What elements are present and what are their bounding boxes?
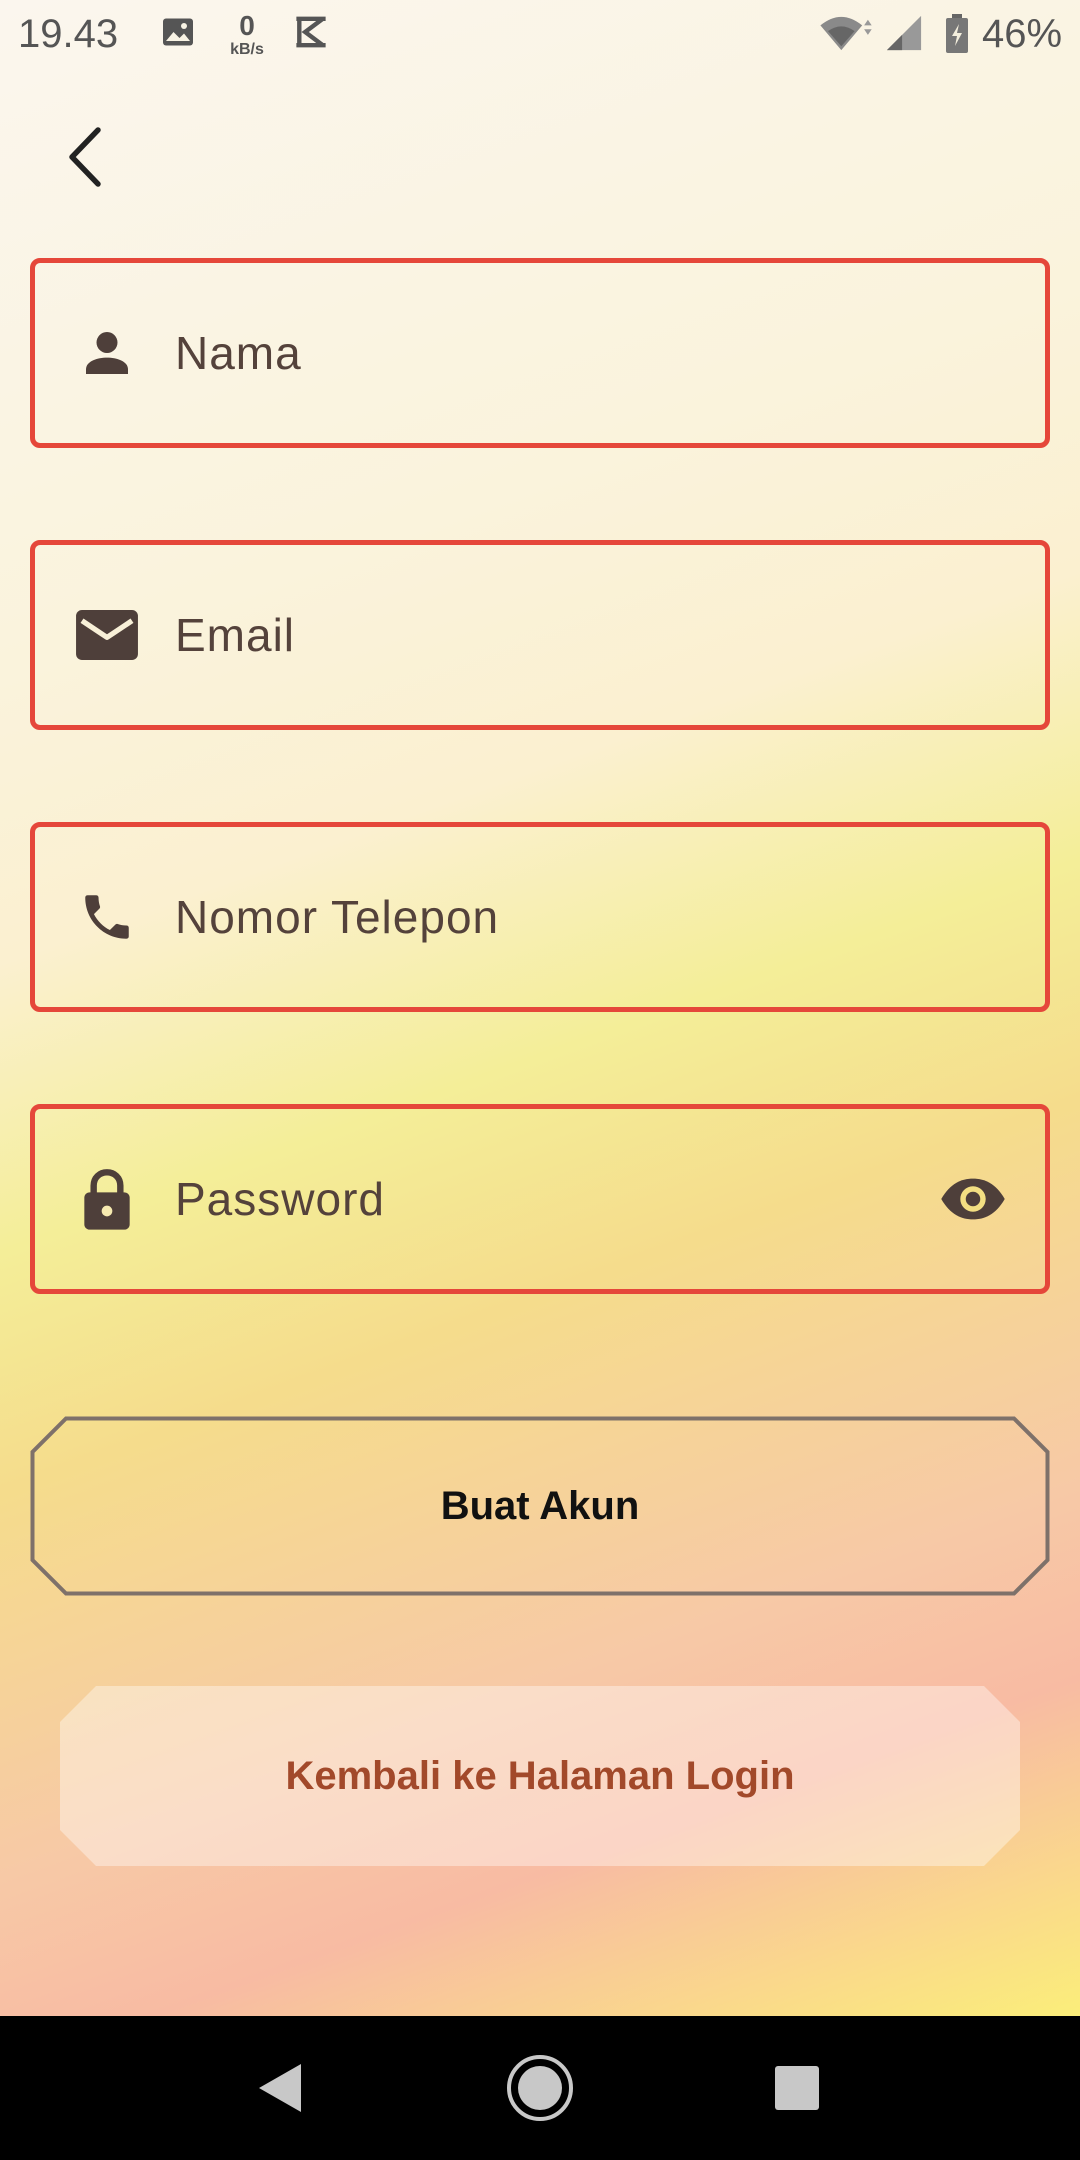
home-circle-icon [507, 2055, 573, 2121]
nav-recent-button[interactable] [747, 2038, 847, 2138]
person-icon [75, 321, 139, 385]
battery-icon [944, 14, 970, 59]
status-bar: 19.43 0 kB/s 46% [0, 0, 1080, 72]
net-speed-value: 0 [239, 10, 255, 41]
password-input[interactable]: Password [175, 1172, 915, 1226]
create-account-button[interactable]: Buat Akun [30, 1416, 1050, 1596]
net-speed: 0 kB/s [222, 12, 272, 58]
back-to-login-label: Kembali ke Halaman Login [285, 1753, 795, 1798]
email-input[interactable]: Email [175, 608, 915, 662]
phone-input[interactable]: Nomor Telepon [175, 890, 915, 944]
name-field[interactable]: Nama [30, 258, 1050, 448]
signal-icon [884, 14, 924, 57]
net-speed-unit: kB/s [230, 41, 264, 58]
mail-icon [75, 603, 139, 667]
create-account-label: Buat Akun [440, 1483, 640, 1528]
navigation-bar [0, 2016, 1080, 2160]
wifi-icon [818, 14, 876, 57]
back-triangle-icon [259, 2064, 301, 2112]
back-to-login-button[interactable]: Kembali ke Halaman Login [60, 1686, 1020, 1866]
name-input[interactable]: Nama [175, 326, 915, 380]
phone-icon [75, 885, 139, 949]
password-field[interactable]: Password [30, 1104, 1050, 1294]
back-button[interactable] [52, 118, 116, 196]
chevron-left-icon [69, 127, 101, 187]
battery-percent: 46% [982, 12, 1063, 56]
image-icon [160, 14, 196, 55]
nav-back-button[interactable] [230, 2038, 330, 2138]
email-field[interactable]: Email [30, 540, 1050, 730]
k-icon [292, 14, 330, 55]
lock-icon [75, 1167, 139, 1231]
nav-home-button[interactable] [490, 2038, 590, 2138]
recent-square-icon [775, 2066, 819, 2110]
register-screen: 19.43 0 kB/s 46% Nama Email Nomor Telepo… [0, 0, 1080, 2016]
phone-field[interactable]: Nomor Telepon [30, 822, 1050, 1012]
status-time: 19.43 [18, 12, 119, 56]
eye-icon[interactable] [937, 1163, 1009, 1235]
